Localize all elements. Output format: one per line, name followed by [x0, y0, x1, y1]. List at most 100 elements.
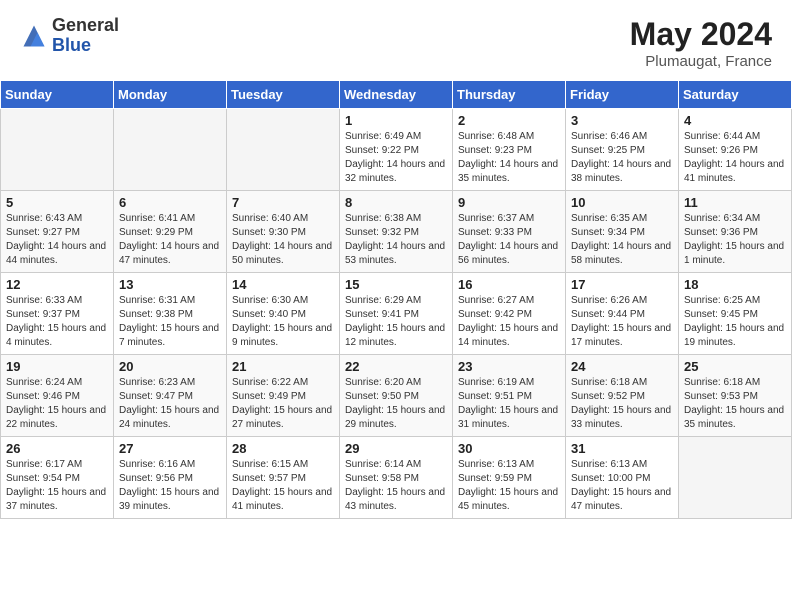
day-number: 30	[458, 441, 560, 456]
day-number: 9	[458, 195, 560, 210]
daylight: Daylight: 15 hours and 7 minutes.	[119, 323, 219, 348]
daylight: Daylight: 14 hours and 35 minutes.	[458, 159, 558, 184]
day-info: Sunrise: 6:37 AM Sunset: 9:33 PM Dayligh…	[458, 212, 560, 268]
calendar-week: 19 Sunrise: 6:24 AM Sunset: 9:46 PM Dayl…	[1, 355, 792, 437]
sunset: Sunset: 9:59 PM	[458, 473, 532, 484]
sunrise: Sunrise: 6:24 AM	[6, 377, 82, 388]
calendar-cell: 10 Sunrise: 6:35 AM Sunset: 9:34 PM Dayl…	[566, 191, 679, 273]
sunrise: Sunrise: 6:15 AM	[232, 459, 308, 470]
calendar-week: 12 Sunrise: 6:33 AM Sunset: 9:37 PM Dayl…	[1, 273, 792, 355]
calendar-cell	[1, 109, 114, 191]
day-number: 1	[345, 113, 447, 128]
day-header: Thursday	[453, 81, 566, 109]
day-number: 8	[345, 195, 447, 210]
day-info: Sunrise: 6:40 AM Sunset: 9:30 PM Dayligh…	[232, 212, 334, 268]
sunset: Sunset: 9:26 PM	[684, 145, 758, 156]
calendar-cell: 25 Sunrise: 6:18 AM Sunset: 9:53 PM Dayl…	[679, 355, 792, 437]
location-title: Plumaugat, France	[630, 53, 772, 70]
daylight: Daylight: 15 hours and 12 minutes.	[345, 323, 445, 348]
day-number: 19	[6, 359, 108, 374]
sunrise: Sunrise: 6:29 AM	[345, 295, 421, 306]
sunrise: Sunrise: 6:43 AM	[6, 213, 82, 224]
daylight: Daylight: 15 hours and 29 minutes.	[345, 405, 445, 430]
sunrise: Sunrise: 6:17 AM	[6, 459, 82, 470]
day-info: Sunrise: 6:24 AM Sunset: 9:46 PM Dayligh…	[6, 376, 108, 432]
daylight: Daylight: 15 hours and 17 minutes.	[571, 323, 671, 348]
daylight: Daylight: 15 hours and 4 minutes.	[6, 323, 106, 348]
sunset: Sunset: 9:23 PM	[458, 145, 532, 156]
calendar-cell: 15 Sunrise: 6:29 AM Sunset: 9:41 PM Dayl…	[340, 273, 453, 355]
daylight: Daylight: 15 hours and 9 minutes.	[232, 323, 332, 348]
daylight: Daylight: 14 hours and 56 minutes.	[458, 241, 558, 266]
day-header: Saturday	[679, 81, 792, 109]
calendar-cell: 4 Sunrise: 6:44 AM Sunset: 9:26 PM Dayli…	[679, 109, 792, 191]
calendar-cell: 6 Sunrise: 6:41 AM Sunset: 9:29 PM Dayli…	[114, 191, 227, 273]
header: General Blue May 2024 Plumaugat, France	[0, 0, 792, 80]
day-info: Sunrise: 6:18 AM Sunset: 9:52 PM Dayligh…	[571, 376, 673, 432]
day-info: Sunrise: 6:34 AM Sunset: 9:36 PM Dayligh…	[684, 212, 786, 268]
calendar-cell: 2 Sunrise: 6:48 AM Sunset: 9:23 PM Dayli…	[453, 109, 566, 191]
day-info: Sunrise: 6:49 AM Sunset: 9:22 PM Dayligh…	[345, 130, 447, 186]
day-info: Sunrise: 6:23 AM Sunset: 9:47 PM Dayligh…	[119, 376, 221, 432]
header-row: SundayMondayTuesdayWednesdayThursdayFrid…	[1, 81, 792, 109]
daylight: Daylight: 15 hours and 14 minutes.	[458, 323, 558, 348]
sunset: Sunset: 9:52 PM	[571, 391, 645, 402]
day-number: 2	[458, 113, 560, 128]
sunset: Sunset: 9:22 PM	[345, 145, 419, 156]
day-header: Tuesday	[227, 81, 340, 109]
day-number: 3	[571, 113, 673, 128]
calendar-cell: 26 Sunrise: 6:17 AM Sunset: 9:54 PM Dayl…	[1, 437, 114, 519]
daylight: Daylight: 14 hours and 44 minutes.	[6, 241, 106, 266]
day-info: Sunrise: 6:30 AM Sunset: 9:40 PM Dayligh…	[232, 294, 334, 350]
day-info: Sunrise: 6:33 AM Sunset: 9:37 PM Dayligh…	[6, 294, 108, 350]
calendar-cell: 12 Sunrise: 6:33 AM Sunset: 9:37 PM Dayl…	[1, 273, 114, 355]
title-block: May 2024 Plumaugat, France	[630, 16, 772, 70]
daylight: Daylight: 15 hours and 19 minutes.	[684, 323, 784, 348]
sunrise: Sunrise: 6:44 AM	[684, 131, 760, 142]
month-title: May 2024	[630, 16, 772, 53]
day-info: Sunrise: 6:25 AM Sunset: 9:45 PM Dayligh…	[684, 294, 786, 350]
calendar-cell: 18 Sunrise: 6:25 AM Sunset: 9:45 PM Dayl…	[679, 273, 792, 355]
day-number: 7	[232, 195, 334, 210]
sunrise: Sunrise: 6:46 AM	[571, 131, 647, 142]
sunset: Sunset: 9:27 PM	[6, 227, 80, 238]
day-number: 20	[119, 359, 221, 374]
day-info: Sunrise: 6:31 AM Sunset: 9:38 PM Dayligh…	[119, 294, 221, 350]
day-info: Sunrise: 6:29 AM Sunset: 9:41 PM Dayligh…	[345, 294, 447, 350]
sunset: Sunset: 9:25 PM	[571, 145, 645, 156]
day-info: Sunrise: 6:35 AM Sunset: 9:34 PM Dayligh…	[571, 212, 673, 268]
day-header: Sunday	[1, 81, 114, 109]
day-number: 29	[345, 441, 447, 456]
sunset: Sunset: 9:37 PM	[6, 309, 80, 320]
day-info: Sunrise: 6:44 AM Sunset: 9:26 PM Dayligh…	[684, 130, 786, 186]
sunset: Sunset: 9:53 PM	[684, 391, 758, 402]
calendar-cell: 14 Sunrise: 6:30 AM Sunset: 9:40 PM Dayl…	[227, 273, 340, 355]
daylight: Daylight: 15 hours and 41 minutes.	[232, 487, 332, 512]
day-header: Friday	[566, 81, 679, 109]
sunrise: Sunrise: 6:25 AM	[684, 295, 760, 306]
daylight: Daylight: 15 hours and 43 minutes.	[345, 487, 445, 512]
sunrise: Sunrise: 6:35 AM	[571, 213, 647, 224]
sunset: Sunset: 10:00 PM	[571, 473, 651, 484]
calendar-week: 26 Sunrise: 6:17 AM Sunset: 9:54 PM Dayl…	[1, 437, 792, 519]
calendar-cell: 11 Sunrise: 6:34 AM Sunset: 9:36 PM Dayl…	[679, 191, 792, 273]
day-number: 12	[6, 277, 108, 292]
logo-general: General	[52, 16, 119, 36]
day-number: 25	[684, 359, 786, 374]
sunset: Sunset: 9:57 PM	[232, 473, 306, 484]
day-number: 13	[119, 277, 221, 292]
calendar-cell: 23 Sunrise: 6:19 AM Sunset: 9:51 PM Dayl…	[453, 355, 566, 437]
sunrise: Sunrise: 6:14 AM	[345, 459, 421, 470]
calendar-cell: 8 Sunrise: 6:38 AM Sunset: 9:32 PM Dayli…	[340, 191, 453, 273]
day-number: 18	[684, 277, 786, 292]
calendar-week: 5 Sunrise: 6:43 AM Sunset: 9:27 PM Dayli…	[1, 191, 792, 273]
daylight: Daylight: 14 hours and 50 minutes.	[232, 241, 332, 266]
sunrise: Sunrise: 6:48 AM	[458, 131, 534, 142]
daylight: Daylight: 15 hours and 33 minutes.	[571, 405, 671, 430]
logo-text: General Blue	[52, 16, 119, 56]
sunset: Sunset: 9:29 PM	[119, 227, 193, 238]
calendar-cell: 17 Sunrise: 6:26 AM Sunset: 9:44 PM Dayl…	[566, 273, 679, 355]
calendar-cell: 24 Sunrise: 6:18 AM Sunset: 9:52 PM Dayl…	[566, 355, 679, 437]
daylight: Daylight: 15 hours and 39 minutes.	[119, 487, 219, 512]
daylight: Daylight: 14 hours and 47 minutes.	[119, 241, 219, 266]
